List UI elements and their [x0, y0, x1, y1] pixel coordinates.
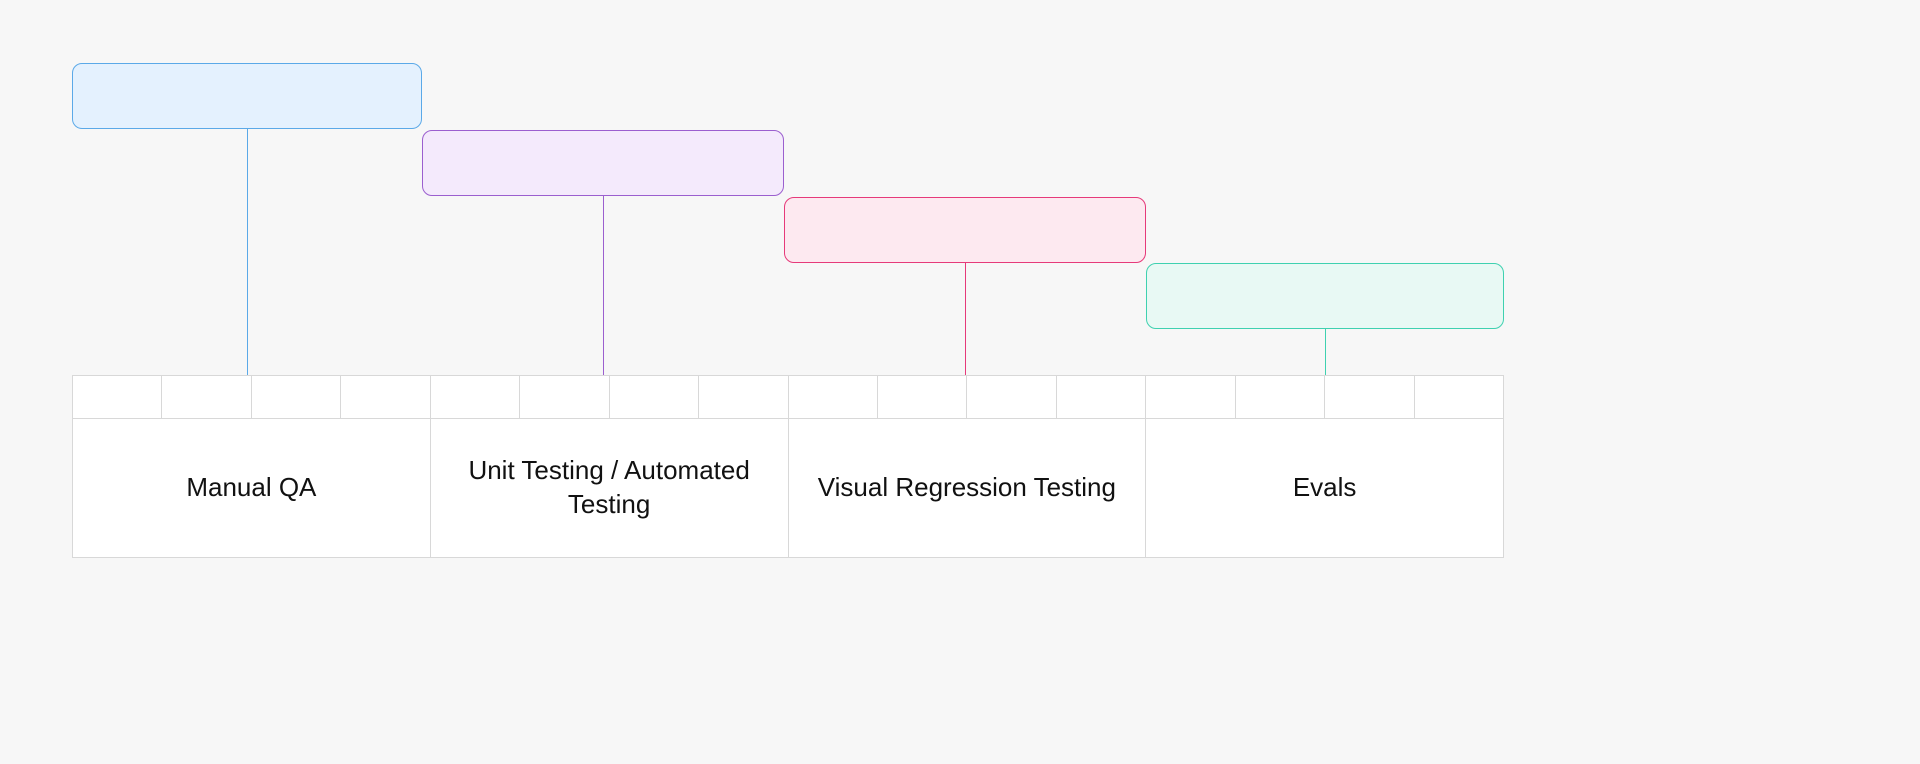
stage-head-subcol: [699, 376, 787, 418]
stage-card-unit-testing: [422, 130, 784, 196]
stage-head-subcol: [520, 376, 609, 418]
stage-head-subcol: [252, 376, 341, 418]
stage-head-subcol: [967, 376, 1056, 418]
stage-head-col: [1146, 376, 1503, 418]
testing-evolution-diagram: Manual QA Unit Testing / Automated Testi…: [0, 0, 1920, 764]
stage-head-subcol: [73, 376, 162, 418]
stage-label-evals: Evals: [1146, 419, 1503, 557]
stage-head-subcol: [1057, 376, 1145, 418]
stage-head-col: [431, 376, 789, 418]
stage-head-subcol: [1325, 376, 1414, 418]
stage-label-manual-qa: Manual QA: [73, 419, 431, 557]
stage-head-subcol: [1146, 376, 1235, 418]
stage-head-subcol: [1236, 376, 1325, 418]
stage-head-col: [73, 376, 431, 418]
stage-card-manual-qa: [72, 63, 422, 129]
stage-table-head: [73, 376, 1503, 419]
stage-card-evals: [1146, 263, 1504, 329]
stage-head-subcol: [610, 376, 699, 418]
stage-head-subcol: [162, 376, 251, 418]
stage-table-body: Manual QA Unit Testing / Automated Testi…: [73, 419, 1503, 557]
stage-head-subcol: [341, 376, 429, 418]
stage-label-unit-testing: Unit Testing / Automated Testing: [431, 419, 789, 557]
stage-label-visual-regression: Visual Regression Testing: [789, 419, 1147, 557]
stage-head-col: [789, 376, 1147, 418]
stage-head-subcol: [789, 376, 878, 418]
stage-head-subcol: [878, 376, 967, 418]
stage-card-visual-regression: [784, 197, 1146, 263]
stage-head-subcol: [1415, 376, 1503, 418]
connector-manual-qa: [247, 129, 248, 417]
stage-table: Manual QA Unit Testing / Automated Testi…: [72, 375, 1504, 558]
stage-head-subcol: [431, 376, 520, 418]
